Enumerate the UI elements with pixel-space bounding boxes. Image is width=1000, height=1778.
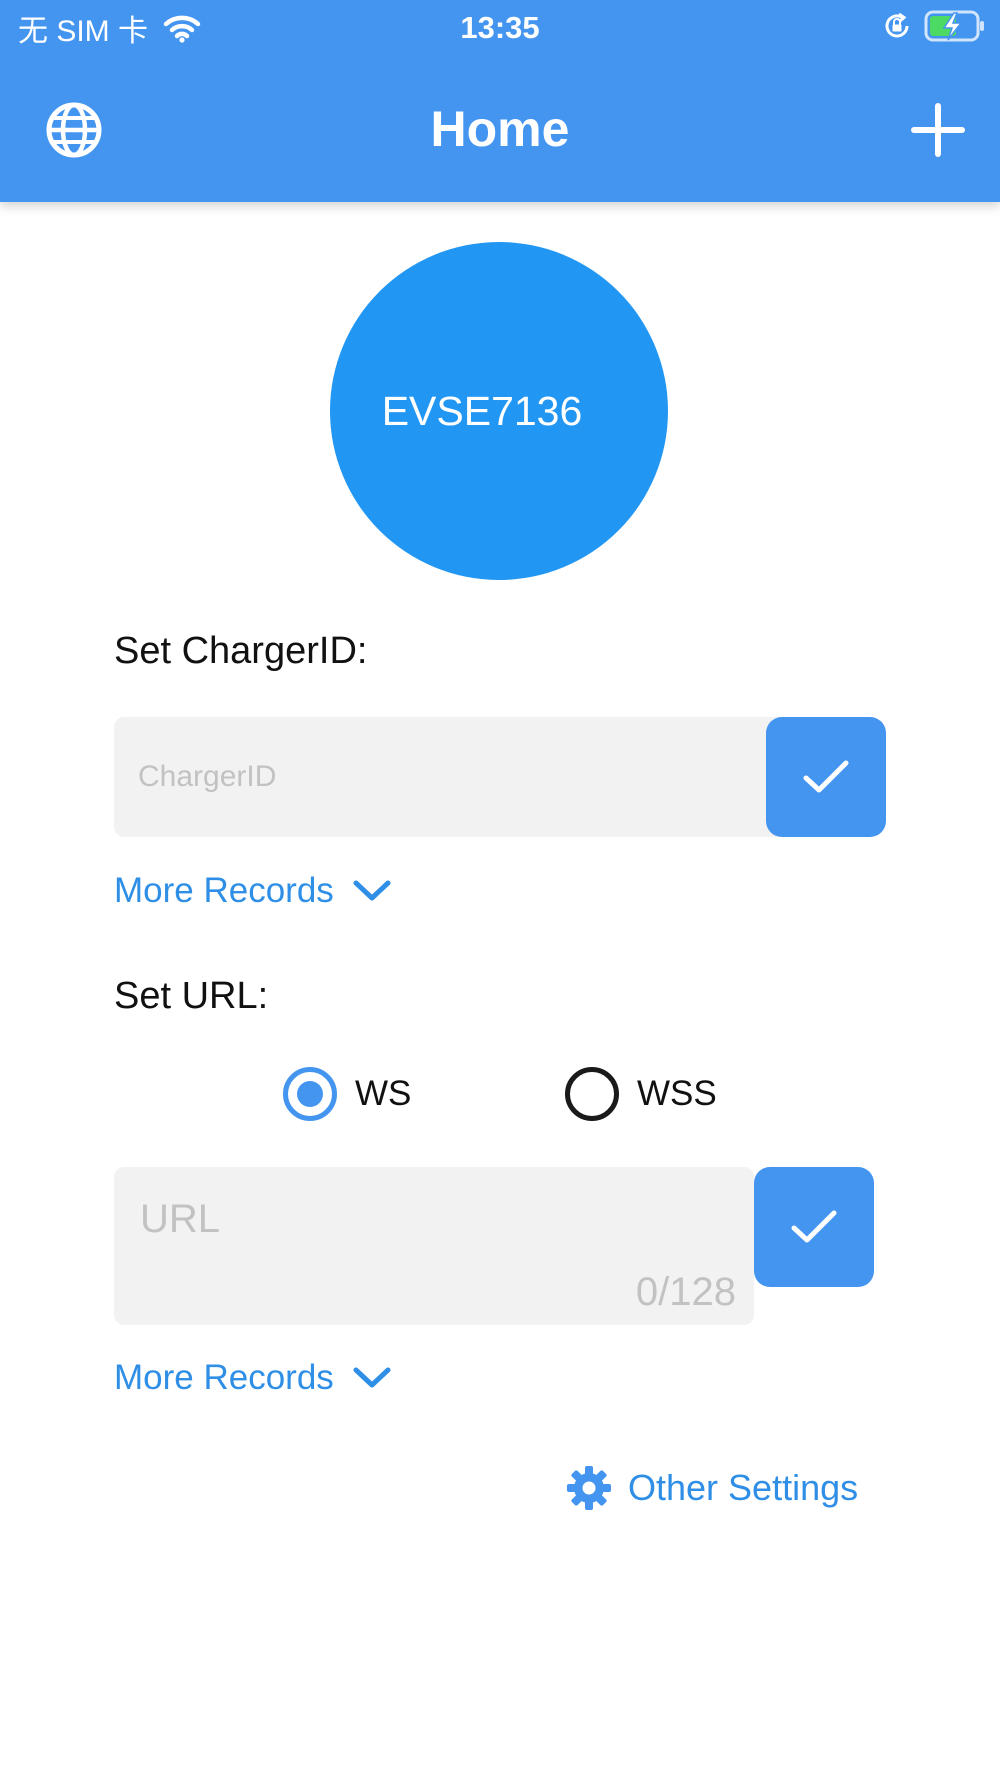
charger-id-circle[interactable]: EVSE7136 (330, 242, 668, 580)
charger-id-field[interactable] (114, 717, 800, 837)
radio-selected-icon (283, 1067, 337, 1121)
gear-icon (567, 1466, 611, 1510)
more-records-label: More Records (114, 1358, 334, 1397)
other-settings-link[interactable]: Other Settings (566, 1462, 858, 1514)
url-more-records[interactable]: More Records (114, 1353, 392, 1403)
charger-id-more-records[interactable]: More Records (114, 866, 392, 916)
check-icon (791, 1210, 837, 1243)
status-time: 13:35 (460, 10, 540, 45)
url-label: Set URL: (114, 975, 269, 1017)
status-right (882, 8, 986, 48)
radio-unselected-icon (565, 1067, 619, 1121)
other-settings-label: Other Settings (628, 1467, 859, 1508)
charger-id-input[interactable] (114, 717, 800, 837)
url-field[interactable]: 0/128 (114, 1167, 754, 1325)
confirm-charger-id-button[interactable] (766, 717, 886, 837)
url-input[interactable] (114, 1167, 754, 1247)
chevron-down-icon (353, 880, 391, 901)
battery-charging-icon (924, 9, 986, 48)
url-char-counter: 0/128 (635, 1270, 736, 1314)
radio-ws-label: WS (355, 1074, 412, 1113)
charger-name: EVSE7136 (381, 387, 583, 434)
radio-wss[interactable]: WSS (565, 1066, 717, 1122)
charger-id-label: Set ChargerID: (114, 630, 368, 672)
check-icon (803, 760, 849, 793)
more-records-label: More Records (114, 871, 334, 910)
status-bar: 无 SIM 卡 13:35 (0, 0, 1000, 56)
add-plus-icon[interactable] (910, 102, 966, 158)
page-title: Home (430, 101, 570, 157)
app-header: 无 SIM 卡 13:35 Home (0, 0, 1000, 202)
radio-ws[interactable]: WS (283, 1066, 411, 1122)
app-screen: 无 SIM 卡 13:35 Home EVSE7136 Set ChargerI… (0, 0, 1000, 1778)
chevron-down-icon (353, 1367, 391, 1388)
confirm-url-button[interactable] (754, 1167, 874, 1287)
nav-bar: Home (0, 74, 1000, 184)
radio-wss-label: WSS (637, 1074, 717, 1113)
orientation-lock-icon (882, 11, 912, 46)
